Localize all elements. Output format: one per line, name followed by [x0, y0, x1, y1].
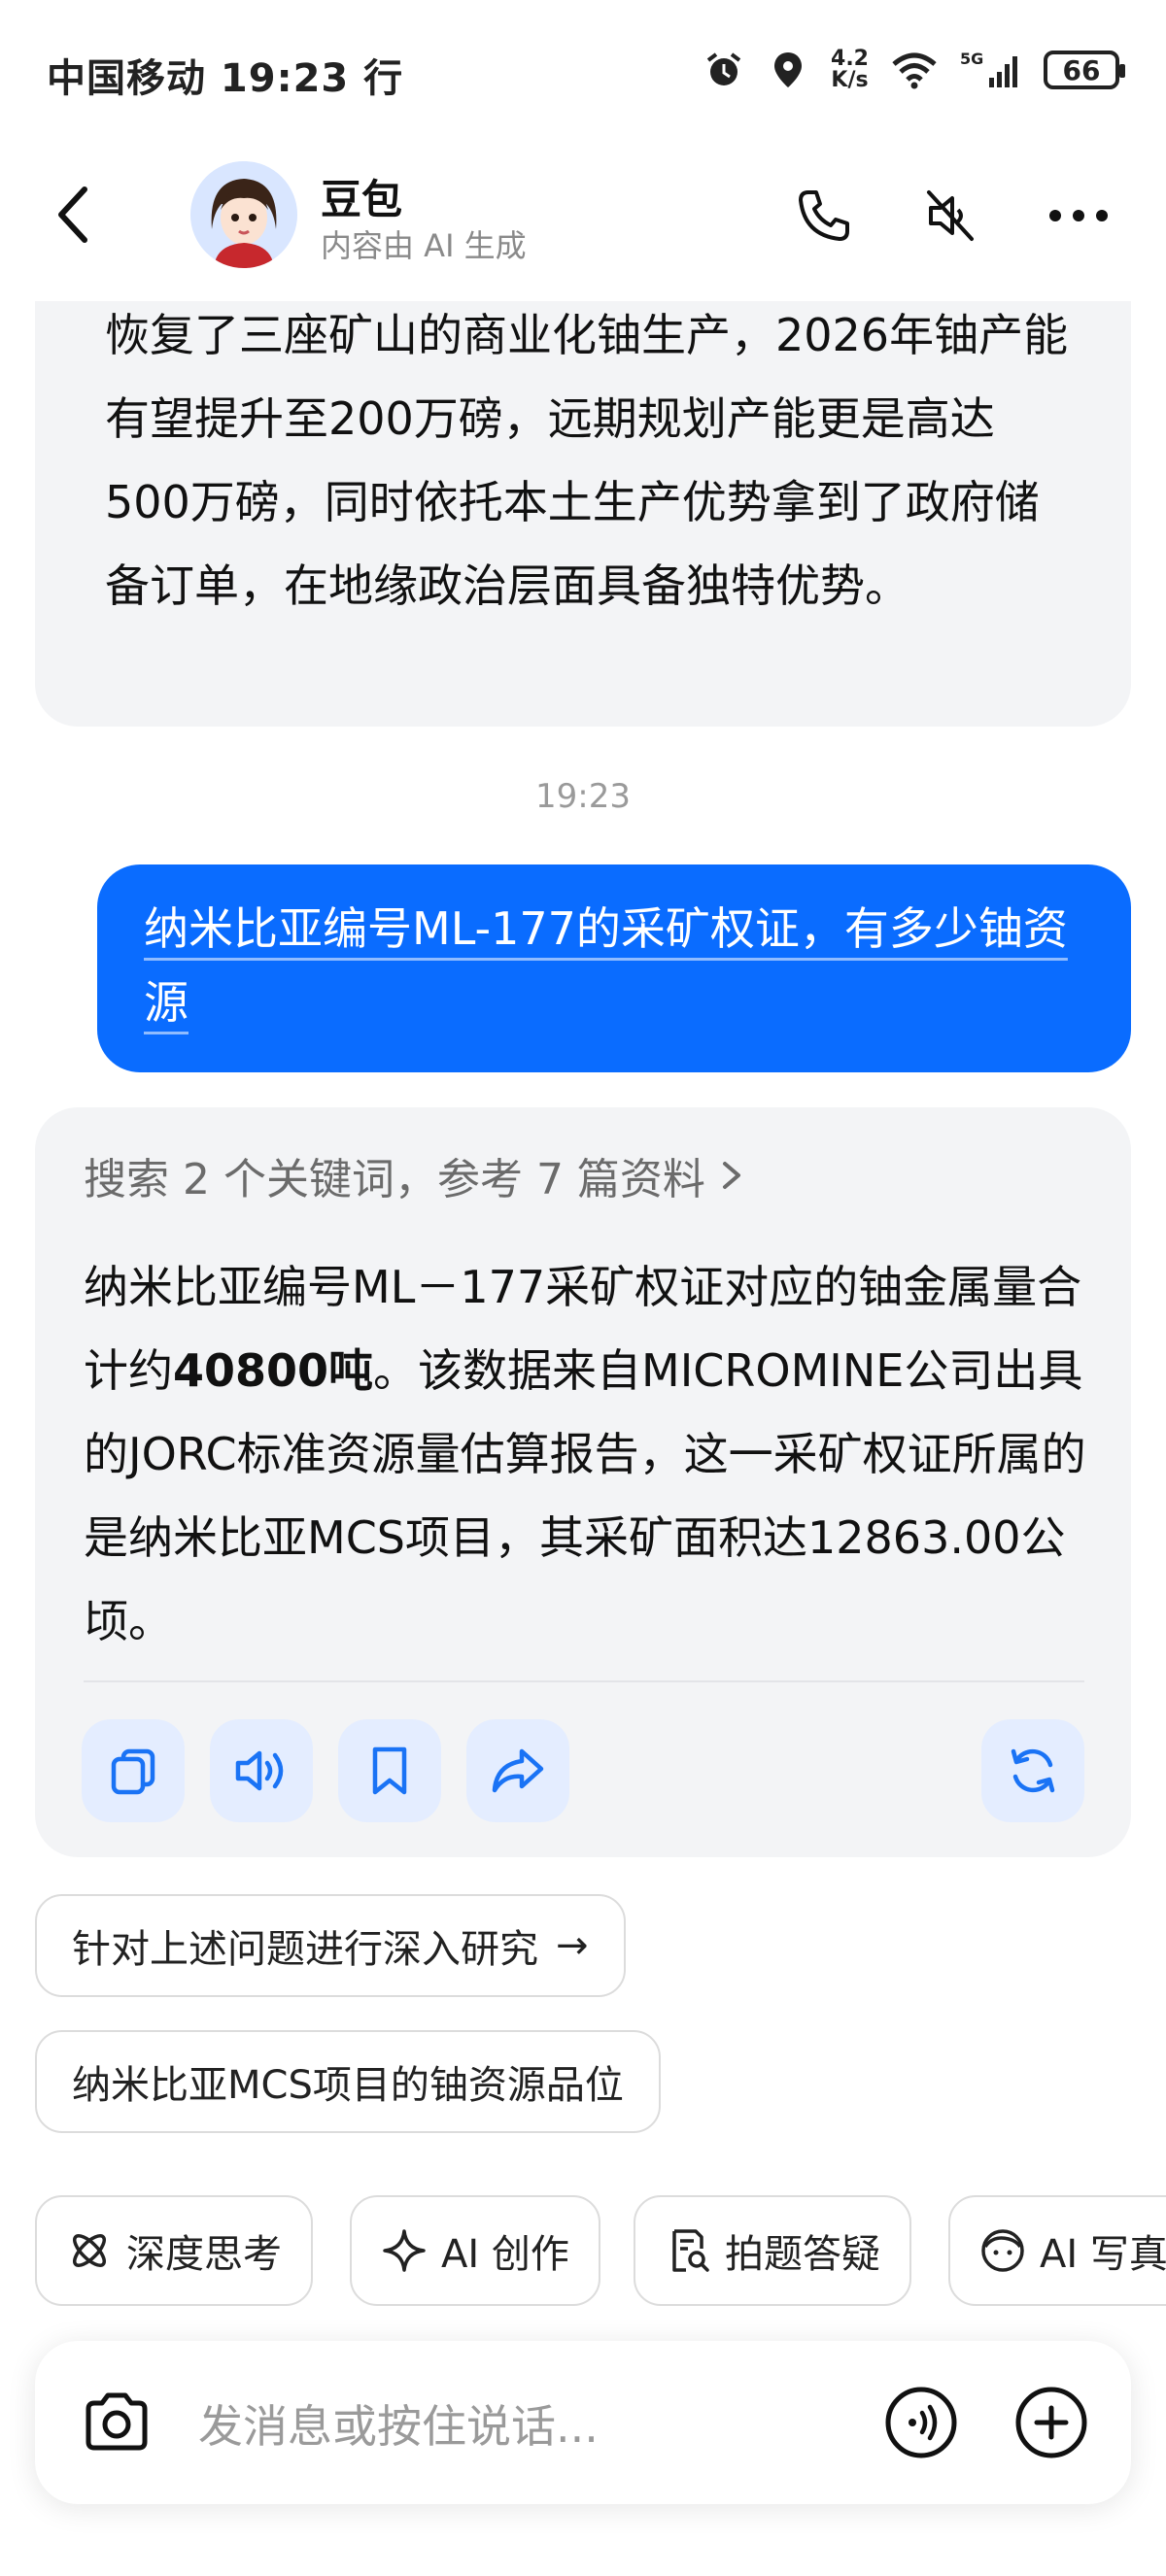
carrier-time: 中国移动 19:23 行: [47, 56, 404, 101]
suggestion-grade-question[interactable]: 纳米比亚MCS项目的铀资源品位: [35, 2030, 661, 2133]
bookmark-button[interactable]: [338, 1719, 441, 1822]
bot-name: 豆包: [321, 176, 403, 223]
share-icon: [492, 1748, 544, 1793]
suggestion-deep-research[interactable]: 针对上述问题进行深入研究 →: [35, 1894, 626, 1997]
tool-deep-thinking[interactable]: 深度思考: [35, 2195, 313, 2306]
share-button[interactable]: [466, 1719, 569, 1822]
ai-answer-text: 纳米比亚编号ML－177采矿权证对应的铀金属量合计约40800吨。该数据来自MI…: [84, 1261, 1086, 1647]
atom-icon: [73, 2234, 106, 2267]
more-icon: [1049, 210, 1108, 221]
camera-icon: [86, 2392, 148, 2451]
bookmark-icon: [372, 1746, 407, 1795]
status-icons: 4.2 K/s 5G 66: [703, 47, 1125, 92]
location-icon: [774, 52, 803, 87]
mute-icon: [927, 190, 974, 241]
sparkle-icon: [383, 2229, 426, 2272]
voice-toggle-button[interactable]: [915, 181, 985, 251]
avatar[interactable]: [190, 161, 297, 268]
alarm-icon: [706, 52, 741, 85]
tool-ai-creation[interactable]: AI 创作: [350, 2195, 600, 2306]
tool-ai-portrait[interactable]: AI 写真: [948, 2195, 1166, 2306]
plus-icon: [1015, 2387, 1087, 2458]
wifi-icon: [892, 52, 937, 89]
regenerate-button[interactable]: [981, 1719, 1084, 1822]
message-timestamp: 19:23: [535, 777, 631, 816]
add-attachment-button[interactable]: [1009, 2380, 1094, 2465]
tool-photo-question[interactable]: 拍题答疑: [634, 2195, 911, 2306]
user-message-text: 纳米比亚编号ML-177的采矿权证，有多少铀资源: [144, 902, 1068, 1029]
search-references-label: 搜索 2 个关键词，参考 7 篇资料: [84, 1155, 705, 1204]
camera-button[interactable]: [74, 2380, 159, 2465]
voice-input-button[interactable]: [878, 2380, 964, 2465]
net-speed: 4.2 K/s: [831, 47, 869, 92]
call-button[interactable]: [789, 181, 859, 251]
arrow-right-icon: →: [556, 1923, 589, 1968]
regenerate-icon: [1011, 1748, 1055, 1793]
message-input[interactable]: 发消息或按住说话...: [198, 2391, 599, 2456]
face-icon: [981, 2229, 1024, 2272]
copy-icon: [111, 1748, 155, 1795]
previous-ai-text: 恢复了三座矿山的商业化铀生产，2026年铀产能有望提升至200万磅，远期规划产能…: [105, 309, 1069, 612]
answer-divider: [84, 1680, 1084, 1682]
chat-header: 豆包 内容由 AI 生成: [0, 146, 1166, 301]
signal-icon: 5G: [960, 50, 1017, 87]
back-button[interactable]: [39, 181, 107, 249]
svg-text:5G: 5G: [960, 50, 983, 68]
chevron-right-icon: [722, 1162, 740, 1189]
voice-wave-icon: [885, 2387, 957, 2458]
battery-icon: 66: [1044, 51, 1125, 89]
read-aloud-button[interactable]: [210, 1719, 313, 1822]
avatar-image: [190, 161, 297, 268]
ai-generated-note: 内容由 AI 生成: [321, 227, 527, 264]
status-bar: 中国移动 19:23 行 4.2 K/s 5G 66: [0, 0, 1166, 146]
phone-icon: [799, 190, 849, 241]
copy-button[interactable]: [82, 1719, 185, 1822]
search-references[interactable]: 搜索 2 个关键词，参考 7 篇资料: [84, 1144, 746, 1206]
back-icon: [58, 186, 87, 243]
scan-doc-icon: [672, 2229, 709, 2272]
speaker-icon: [235, 1750, 284, 1791]
highlighted-amount: 40800吨: [173, 1344, 374, 1397]
more-button[interactable]: [1044, 181, 1114, 251]
